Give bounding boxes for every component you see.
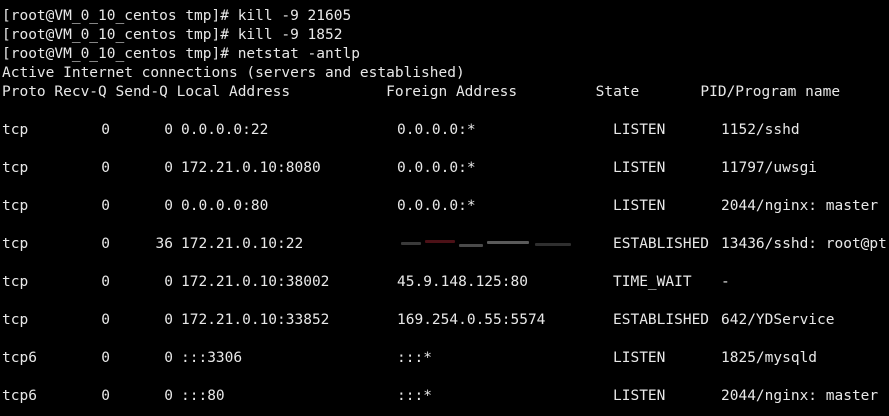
cell-state: ESTABLISHED [613, 236, 710, 252]
cell-pid-program: 1825/mysqld [721, 350, 818, 366]
cell-proto: tcp [2, 236, 29, 252]
redaction-mark [487, 241, 529, 244]
cell-recvq: 0 [101, 160, 110, 176]
cell-state: ESTABLISHED [613, 312, 710, 328]
cell-pid-program: 2044/nginx: master [721, 198, 879, 214]
redaction-mark [401, 242, 421, 245]
redaction-mark [535, 243, 571, 246]
cell-pid-program: 13436/sshd: root@pt [721, 236, 887, 252]
cell-sendq: 0 [164, 350, 173, 366]
cell-proto: tcp [2, 160, 29, 176]
cell-state: LISTEN [613, 122, 666, 138]
cell-state: LISTEN [613, 160, 666, 176]
cell-proto: tcp [2, 274, 29, 290]
cell-recvq: 0 [101, 350, 110, 366]
cell-proto: tcp [2, 122, 29, 138]
cell-sendq: 0 [164, 274, 173, 290]
cell-foreign-address: 0.0.0.0:* [397, 122, 476, 138]
cell-pid-program: 1152/sshd [721, 122, 800, 138]
cell-foreign-address: 169.254.0.55:5574 [397, 312, 546, 328]
cell-state: LISTEN [613, 350, 666, 366]
cell-sendq: 0 [164, 122, 173, 138]
redaction-mark [459, 244, 483, 247]
cell-sendq: 0 [164, 388, 173, 404]
cell-recvq: 0 [101, 388, 110, 404]
cell-local-address: 172.21.0.10:8080 [181, 160, 321, 176]
cell-proto: tcp [2, 312, 29, 328]
cell-sendq: 0 [164, 198, 173, 214]
cell-local-address: 172.21.0.10:38002 [181, 274, 330, 290]
redacted-foreign-address [395, 237, 580, 252]
cell-foreign-address: 45.9.148.125:80 [397, 274, 528, 290]
cell-foreign-address: 0.0.0.0:* [397, 198, 476, 214]
cell-pid-program: - [721, 274, 730, 290]
cell-proto: tcp6 [2, 388, 37, 404]
cell-sendq: 0 [164, 160, 173, 176]
cell-local-address: :::80 [181, 388, 225, 404]
cell-pid-program: 642/YDService [721, 312, 835, 328]
netstat-info-line: Active Internet connections (servers and… [2, 65, 465, 81]
cell-proto: tcp6 [2, 350, 37, 366]
netstat-header-row: Proto Recv-Q Send-Q Local Address Foreig… [2, 84, 841, 100]
cell-proto: tcp [2, 198, 29, 214]
cell-state: TIME_WAIT [613, 274, 692, 290]
command-line: [root@VM_0_10_centos tmp]# kill -9 21605 [2, 8, 352, 24]
cell-local-address: 172.21.0.10:33852 [181, 312, 330, 328]
cell-recvq: 0 [101, 312, 110, 328]
cell-state: LISTEN [613, 198, 666, 214]
cell-local-address: 0.0.0.0:22 [181, 122, 269, 138]
terminal-window[interactable]: [root@VM_0_10_centos tmp]# kill -9 21605… [0, 0, 889, 416]
cell-sendq: 36 [155, 236, 173, 252]
cell-recvq: 0 [101, 274, 110, 290]
cell-foreign-address: 0.0.0.0:* [397, 160, 476, 176]
cell-state: LISTEN [613, 388, 666, 404]
cell-recvq: 0 [101, 198, 110, 214]
cell-sendq: 0 [164, 312, 173, 328]
cell-pid-program: 2044/nginx: master [721, 388, 879, 404]
cell-foreign-address: :::* [397, 388, 432, 404]
cell-recvq: 0 [101, 122, 110, 138]
cell-pid-program: 11797/uwsgi [721, 160, 818, 176]
cell-local-address: :::3306 [181, 350, 243, 366]
redaction-mark [425, 240, 455, 243]
cell-foreign-address: :::* [397, 350, 432, 366]
command-line: [root@VM_0_10_centos tmp]# kill -9 1852 [2, 27, 343, 43]
command-line: [root@VM_0_10_centos tmp]# netstat -antl… [2, 46, 360, 62]
cell-recvq: 0 [101, 236, 110, 252]
cell-local-address: 172.21.0.10:22 [181, 236, 304, 252]
cell-local-address: 0.0.0.0:80 [181, 198, 269, 214]
